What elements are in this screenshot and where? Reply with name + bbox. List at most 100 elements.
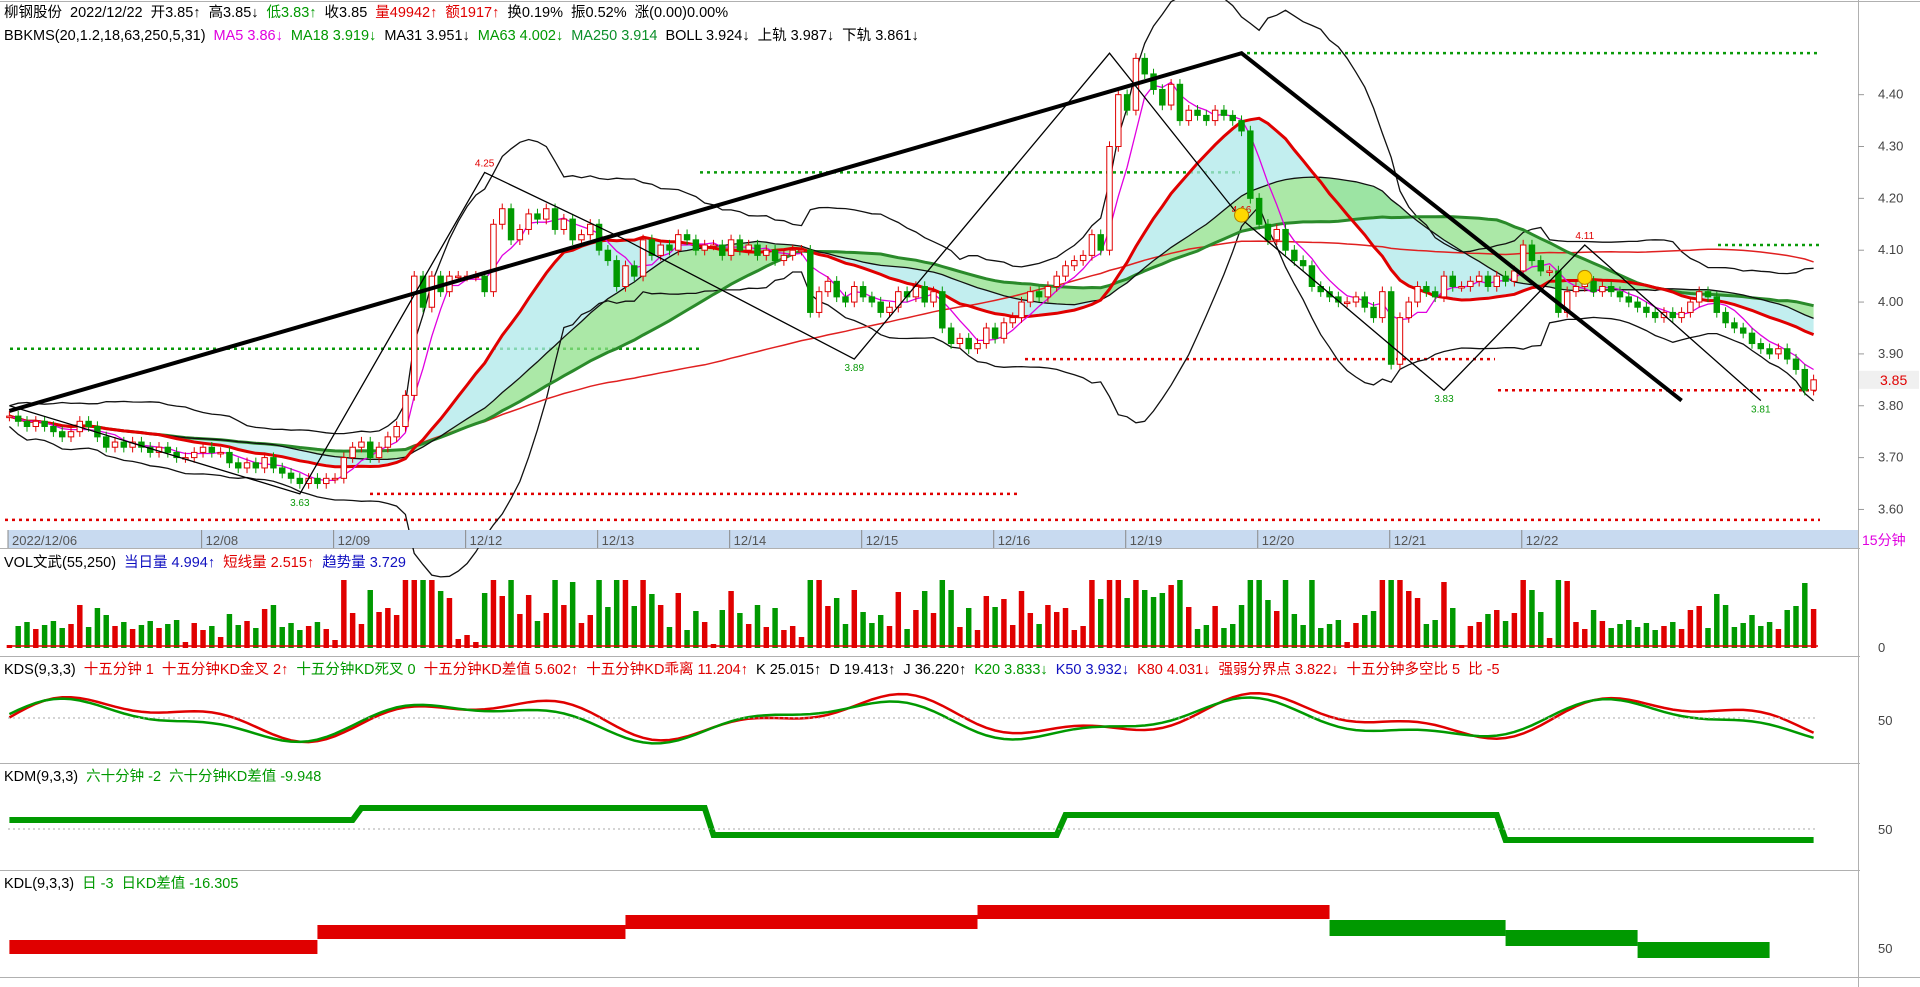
volume-bar xyxy=(1476,622,1482,648)
candle-body xyxy=(1810,379,1817,391)
x-axis-date-label: 12/16 xyxy=(998,533,1031,548)
kds-item: K20 3.833↓ xyxy=(974,662,1048,678)
low-price: 低3.83↑ xyxy=(266,5,317,21)
volume-bar xyxy=(77,605,83,648)
kds-item: 十五分钟多空比 5 xyxy=(1346,662,1461,678)
kdl-name: KDL(9,3,3) xyxy=(4,876,75,892)
kdm-axis-label: 50 xyxy=(1878,822,1892,837)
volume-bar xyxy=(701,622,708,648)
volume-bar xyxy=(1318,628,1324,648)
kds-item: J 36.220↑ xyxy=(903,662,967,678)
candle-body xyxy=(1704,291,1712,298)
kds-item: K50 3.932↓ xyxy=(1055,662,1130,678)
volume-bar xyxy=(1247,580,1254,648)
candle-body xyxy=(208,446,216,453)
main-indicator-line: BBKMS(20,1.2,18,63,250,5,31) MA5 3.86↓ MA1… xyxy=(4,26,927,46)
candle-body xyxy=(1071,260,1078,267)
candle-body xyxy=(1255,197,1263,225)
candle-body xyxy=(1687,301,1694,313)
vol-name: VOL文武(55,250) xyxy=(4,555,117,571)
kds-name: KDS(9,3,3) xyxy=(4,662,76,678)
volume-bar xyxy=(1379,580,1386,648)
candle-body xyxy=(983,327,990,345)
kdm-panel-title: KDM(9,3,3) 六十分钟 -2 六十分钟KD差值 -9.948 xyxy=(4,767,329,787)
candle-body xyxy=(1484,275,1492,287)
high-price: 高3.85↓ xyxy=(208,5,259,21)
volume-bar xyxy=(1529,590,1535,648)
volume-bar xyxy=(569,582,576,648)
volume-bar xyxy=(1168,585,1174,648)
candle-body xyxy=(1194,109,1201,116)
candle-body xyxy=(798,249,805,253)
volume-bar xyxy=(1670,622,1676,648)
candle-body xyxy=(1291,249,1298,262)
volume-bar xyxy=(508,580,514,648)
volume-bar xyxy=(1441,582,1447,648)
volume-bar xyxy=(1573,622,1579,648)
volume-bar xyxy=(763,627,770,648)
candle-body xyxy=(384,436,392,448)
candle-body xyxy=(1748,332,1756,345)
volume-bar xyxy=(1599,621,1606,648)
kdl-item: 日 -3 xyxy=(82,876,114,892)
volume-bar xyxy=(393,615,400,648)
y-axis-tick-label: 3.90 xyxy=(1878,346,1903,361)
volume-bar xyxy=(816,580,822,648)
candle-body xyxy=(613,260,620,287)
kds-item: K 25.015↑ xyxy=(756,662,822,678)
candle-body xyxy=(1414,286,1421,303)
candle-body xyxy=(1528,244,1536,262)
volume-bar xyxy=(305,626,312,648)
volume-bar xyxy=(886,626,893,648)
candle-body xyxy=(1229,114,1236,122)
vol-trend: 趋势量 3.729 xyxy=(322,555,407,571)
x-axis-date-label: 12/19 xyxy=(1130,533,1163,548)
candle-body xyxy=(243,462,251,469)
y-axis-tick-label: 3.80 xyxy=(1878,398,1903,413)
volume-bar xyxy=(314,622,321,648)
candle-body xyxy=(1238,120,1245,132)
volume-bar xyxy=(1520,580,1526,648)
volume-bar xyxy=(173,620,180,648)
panel-separator xyxy=(0,870,1860,871)
candle-body xyxy=(543,208,550,220)
candle-body xyxy=(824,280,832,293)
volume-bar xyxy=(349,613,356,648)
candle-body xyxy=(252,462,260,469)
volume-bar xyxy=(147,621,153,648)
candle-body xyxy=(1572,286,1580,293)
candle-body xyxy=(859,286,867,298)
candle-body xyxy=(657,244,664,256)
volume-bar xyxy=(851,590,858,648)
candle-body xyxy=(1308,265,1316,287)
candle-body xyxy=(701,244,708,251)
candle-body xyxy=(1440,275,1448,298)
volume-bar xyxy=(728,591,734,648)
volume-bar xyxy=(1749,615,1755,648)
kdl-green-block xyxy=(1637,942,1770,958)
volume-bar xyxy=(754,605,761,648)
candle-body xyxy=(367,441,374,459)
volume-bar xyxy=(1326,624,1333,648)
volume-bar xyxy=(640,580,646,648)
volume-bar xyxy=(807,580,814,648)
volume-bar xyxy=(1027,613,1034,648)
ma18-value: MA18 3.919↓ xyxy=(290,28,377,44)
candle-body xyxy=(6,415,13,419)
volume-bar xyxy=(253,628,259,648)
candle-body xyxy=(639,239,647,277)
candle-body xyxy=(516,228,524,241)
candle-body xyxy=(23,420,31,427)
smiley-icon xyxy=(1234,207,1250,223)
volume-bar xyxy=(490,580,497,648)
volume-bar xyxy=(112,626,118,648)
x-axis-date-label: 2022/12/06 xyxy=(12,533,77,548)
volume-bar xyxy=(596,580,602,648)
volume-bar xyxy=(1265,600,1271,648)
kdm-name: KDM(9,3,3) xyxy=(4,769,79,785)
volume-bar xyxy=(279,627,285,648)
candle-body xyxy=(560,218,568,230)
volume-bar xyxy=(68,624,74,648)
candle-body xyxy=(67,431,75,438)
volume-bar xyxy=(1555,580,1562,648)
